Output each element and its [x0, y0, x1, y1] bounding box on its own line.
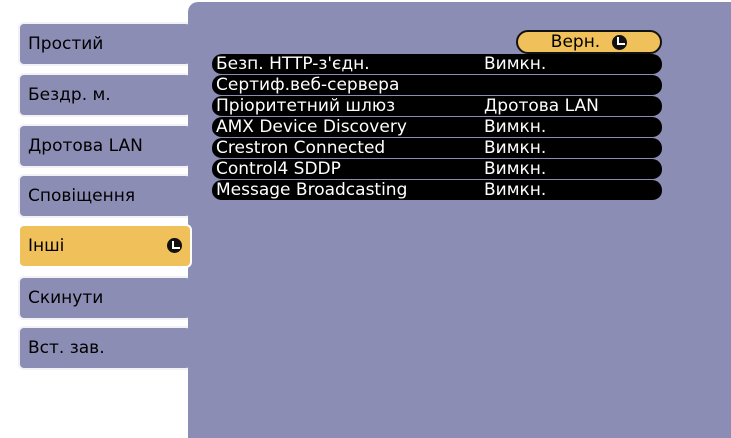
tab-wired-lan[interactable]: Дротова LAN — [18, 124, 192, 168]
setting-label: Безп. HTTP-з'єдн. — [216, 54, 370, 74]
tab-label: Бездр. м. — [28, 85, 111, 105]
tab-notifications[interactable]: Сповіщення — [18, 174, 192, 218]
setting-value: Вимкн. — [484, 180, 547, 200]
setting-label: Message Broadcasting — [216, 180, 408, 200]
tab-others[interactable]: Інші — [18, 224, 192, 268]
setting-label: Сертиф.веб-сервера — [216, 75, 400, 95]
setting-label: Crestron Connected — [216, 138, 386, 158]
list-item[interactable]: Control4 SDDP Вимкн. — [212, 159, 662, 180]
tab-reset[interactable]: Скинути — [18, 276, 192, 320]
setting-label: AMX Device Discovery — [216, 117, 407, 137]
setting-value: Дротова LAN — [484, 96, 599, 116]
tab-basic[interactable]: Простий — [18, 22, 192, 66]
list-item[interactable]: Message Broadcasting Вимкн. — [212, 180, 662, 201]
list-item[interactable]: AMX Device Discovery Вимкн. — [212, 117, 662, 138]
tab-label: Скинути — [28, 288, 104, 308]
tab-label: Вст. зав. — [28, 338, 105, 358]
settings-panel: Верн. Безп. HTTP-з'єдн. Вимкн. Сертиф.ве… — [188, 2, 731, 438]
enter-icon — [167, 238, 182, 253]
tab-label: Простий — [28, 34, 104, 54]
list-item[interactable]: Пріоритетний шлюз Дротова LAN — [212, 96, 662, 117]
tab-label: Дротова LAN — [28, 136, 143, 156]
settings-list: Безп. HTTP-з'єдн. Вимкн. Сертиф.веб-серв… — [212, 54, 662, 201]
setting-value: Вимкн. — [484, 117, 547, 137]
enter-icon — [612, 34, 628, 50]
list-item[interactable]: Безп. HTTP-з'єдн. Вимкн. — [212, 54, 662, 75]
list-item[interactable]: Сертиф.веб-сервера — [212, 75, 662, 96]
back-label: Верн. — [550, 32, 601, 52]
tab-label: Сповіщення — [28, 186, 136, 206]
list-item[interactable]: Crestron Connected Вимкн. — [212, 138, 662, 159]
tab-wireless[interactable]: Бездр. м. — [18, 73, 192, 117]
setting-value: Вимкн. — [484, 54, 547, 74]
setting-label: Пріоритетний шлюз — [216, 96, 396, 116]
setting-value: Вимкн. — [484, 138, 547, 158]
setting-label: Control4 SDDP — [216, 159, 341, 179]
back-button[interactable]: Верн. — [516, 30, 662, 54]
tab-setup[interactable]: Вст. зав. — [18, 326, 192, 370]
tab-label: Інші — [28, 236, 65, 256]
sidebar-menu: Простий Бездр. м. Дротова LAN Сповіщення… — [18, 0, 198, 438]
setting-value: Вимкн. — [484, 159, 547, 179]
